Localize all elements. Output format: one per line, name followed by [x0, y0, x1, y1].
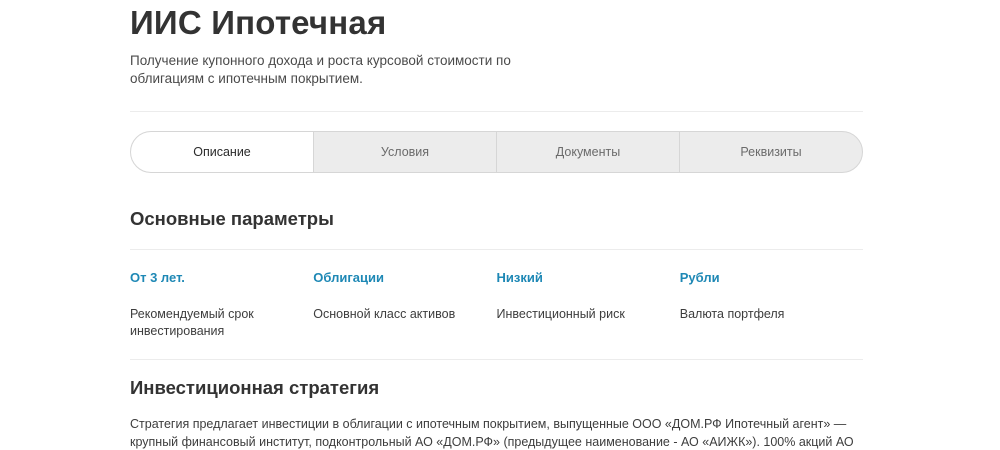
tab-documents[interactable]: Документы [496, 132, 679, 172]
page: ИИС Ипотечная Получение купонного дохода… [0, 0, 1000, 450]
param-currency: Рубли Валюта портфеля [680, 268, 863, 340]
tab-description[interactable]: Описание [131, 132, 313, 172]
strategy-text-line-1: Стратегия предлагает инвестиции в облига… [130, 417, 847, 431]
param-risk-label: Инвестиционный риск [496, 307, 625, 321]
param-asset-class-label: Основной класс активов [313, 307, 456, 321]
param-asset-class-value: Облигации [313, 270, 384, 285]
param-risk-value: Низкий [496, 270, 543, 285]
param-term-label: Рекомендуемый срок инвестирования [130, 307, 254, 338]
strategy-text-line-2: крупный финансовый институт, подконтроль… [130, 435, 854, 449]
strategy-title: Инвестиционная стратегия [130, 377, 380, 398]
params-grid: От 3 лет. Рекомендуемый срок инвестирова… [130, 268, 863, 340]
tab-conditions[interactable]: Условия [313, 132, 496, 172]
strategy-description: Стратегия предлагает инвестиции в облига… [130, 415, 863, 450]
page-subtitle: Получение купонного дохода и роста курсо… [130, 53, 511, 86]
param-risk: Низкий Инвестиционный риск [497, 268, 680, 340]
param-term-value: От 3 лет. [130, 270, 185, 285]
tab-requisites[interactable]: Реквизиты [679, 132, 862, 172]
page-title: ИИС Ипотечная [130, 4, 387, 41]
params-divider-top [130, 249, 863, 250]
tab-bar: Описание Условия Документы Реквизиты [130, 131, 863, 173]
main-params-title: Основные параметры [130, 208, 334, 229]
param-asset-class: Облигации Основной класс активов [313, 268, 496, 340]
param-currency-value: Рубли [679, 270, 720, 285]
param-term: От 3 лет. Рекомендуемый срок инвестирова… [130, 268, 313, 340]
header-divider [130, 111, 863, 112]
params-divider-bottom [130, 359, 863, 360]
param-currency-label: Валюта портфеля [679, 307, 785, 321]
